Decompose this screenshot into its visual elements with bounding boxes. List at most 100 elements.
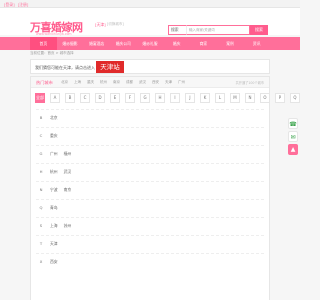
city-link[interactable]: 福州 (64, 151, 72, 157)
group-letter: G (39, 151, 43, 156)
hot-city-link[interactable]: 成都 (126, 80, 133, 85)
group-cities: 天津 (50, 241, 58, 247)
group-letter: S (39, 223, 43, 228)
city-link[interactable]: 上海 (50, 223, 58, 229)
group-letter: B (39, 115, 43, 120)
letter-filter-item[interactable]: M (230, 93, 240, 103)
logo-url: www.wanxihunjia.com (36, 32, 72, 36)
search-type-select[interactable]: 搜索 (168, 25, 186, 35)
group-letter: T (39, 241, 43, 246)
city-link[interactable]: 重庆 (50, 133, 58, 139)
register-link[interactable]: [注册] (18, 2, 29, 7)
letter-filter-item[interactable]: J (185, 93, 195, 103)
letter-filter-item[interactable]: D (95, 93, 105, 103)
city-group-row: G 广州 福州 (36, 145, 264, 159)
city-link[interactable]: 青岛 (50, 205, 58, 211)
letter-filter-item[interactable]: L (215, 93, 225, 103)
group-letter: H (39, 169, 43, 174)
hot-city-link[interactable]: 武汉 (139, 80, 146, 85)
search-input[interactable]: 输入商家/关键词 (186, 25, 250, 35)
group-cities: 重庆 (50, 133, 58, 139)
city-link[interactable]: 杭州 (50, 169, 58, 175)
nav-item[interactable]: 资讯 (243, 37, 270, 50)
nav-item[interactable]: 首页 (30, 37, 57, 50)
hot-city-link[interactable]: 上海 (74, 80, 81, 85)
login-link[interactable]: [登录] (4, 2, 15, 7)
group-letter: X (39, 259, 43, 264)
nav-item[interactable]: 婚纱礼服 (137, 37, 164, 50)
hot-cities: 北京 上海 重庆 杭州 南京 成都 武汉 西安 天津 广州 (61, 80, 185, 85)
current-city-tag: [天津] (95, 22, 106, 27)
top-bar: [登录] [注册] (0, 0, 300, 8)
group-cities: 青岛 (50, 205, 58, 211)
city-link[interactable]: 宁波 (50, 187, 58, 193)
group-cities: 宁波 南京 (50, 187, 71, 193)
city-link[interactable]: 天津 (50, 241, 58, 247)
nav-item[interactable]: 案例 (217, 37, 244, 50)
city-link[interactable]: 北京 (50, 115, 58, 121)
nav-item[interactable]: 婚庆公司 (110, 37, 137, 50)
group-letter: C (39, 133, 43, 138)
hot-city-link[interactable]: 西安 (152, 80, 159, 85)
letter-filter-item[interactable]: F (125, 93, 135, 103)
side-top[interactable]: ▲ (288, 144, 298, 155)
side-wechat[interactable]: ✉ (288, 131, 298, 142)
letter-filter-item[interactable]: B (65, 93, 75, 103)
top-links: [登录] [注册] (4, 2, 30, 8)
letter-filter-item[interactable]: I (170, 93, 180, 103)
city-link[interactable]: 武汉 (64, 169, 72, 175)
back-to-top-icon: ▲ (290, 146, 296, 153)
group-cities: 上海 苏州 (50, 223, 71, 229)
panel-title: 热门城市 (36, 80, 53, 85)
search-button[interactable]: 搜索 (250, 25, 268, 35)
group-cities: 广州 福州 (50, 151, 71, 157)
nav-item[interactable]: 商家 (190, 37, 217, 50)
letter-filter-item[interactable]: C (80, 93, 90, 103)
main-nav: 首页 婚纱摄影 婚宴酒店 婚庆公司 婚纱礼服 婚庆 商家 案例 资讯 (0, 37, 300, 50)
letter-filter-item[interactable]: P (275, 93, 285, 103)
city-group-row: X 西安 (36, 253, 264, 267)
hot-city-link[interactable]: 南京 (113, 80, 120, 85)
city-group-row: S 上海 苏州 (36, 217, 264, 231)
breadcrumb: 当前位置：首页 > 城市选择 (30, 51, 74, 55)
group-cities: 北京 (50, 115, 58, 121)
city-guess-text: 我们猜您可能在天津，请点击进入 (35, 65, 95, 70)
hot-city-link[interactable]: 北京 (61, 80, 68, 85)
city-count: 共开通了100个城市 (235, 81, 264, 85)
letter-filter-item[interactable]: 全部 (35, 93, 45, 103)
city-link[interactable]: 广州 (50, 151, 58, 157)
letter-filter-item[interactable]: K (200, 93, 210, 103)
wechat-icon: ✉ (290, 134, 296, 141)
header: 万喜婚嫁网 www.wanxihunjia.com [天津] [切换城市] 搜索… (0, 8, 300, 37)
side-phone[interactable]: ☎ (288, 118, 298, 129)
city-link[interactable]: 西安 (50, 259, 58, 265)
city-group-row: T 天津 (36, 235, 264, 249)
switch-city-link[interactable]: [切换城市] (107, 22, 124, 27)
letter-filter-item[interactable]: H (155, 93, 165, 103)
group-letter: N (39, 187, 43, 192)
nav-item[interactable]: 婚纱摄影 (57, 37, 84, 50)
hot-city-link[interactable]: 重庆 (87, 80, 94, 85)
city-group-row: N 宁波 南京 (36, 181, 264, 195)
city-group-row: Q 青岛 (36, 199, 264, 213)
enter-city-button[interactable]: 天津站 (96, 61, 124, 73)
city-group-row: B 北京 (36, 109, 264, 123)
letter-filter-item[interactable]: Q (290, 93, 300, 103)
letter-filter-item[interactable]: G (140, 93, 150, 103)
city-link[interactable]: 苏州 (64, 223, 72, 229)
hot-city-link[interactable]: 天津 (165, 80, 172, 85)
nav-items: 首页 婚纱摄影 婚宴酒店 婚庆公司 婚纱礼服 婚庆 商家 案例 资讯 (30, 37, 270, 50)
letter-filter-item[interactable]: N (245, 93, 255, 103)
letter-filter-item[interactable]: O (260, 93, 270, 103)
nav-item[interactable]: 婚宴酒店 (83, 37, 110, 50)
letter-filter-item[interactable]: E (110, 93, 120, 103)
city-link[interactable]: 南京 (64, 187, 72, 193)
letter-filter: 全部 A B C D E F G H I J K L M N O P Q (35, 93, 300, 103)
nav-item[interactable]: 婚庆 (163, 37, 190, 50)
site-logo[interactable]: 万喜婚嫁网 www.wanxihunjia.com (30, 19, 90, 37)
city-panel: 热门城市 北京 上海 重庆 杭州 南京 成都 武汉 西安 天津 广州 共开通了100个城市 全部 A… (30, 76, 300, 300)
hot-city-link[interactable]: 广州 (178, 80, 185, 85)
letter-filter-item[interactable]: A (50, 93, 60, 103)
hot-city-link[interactable]: 杭州 (100, 80, 107, 85)
city-group-row: C 重庆 (36, 127, 264, 141)
